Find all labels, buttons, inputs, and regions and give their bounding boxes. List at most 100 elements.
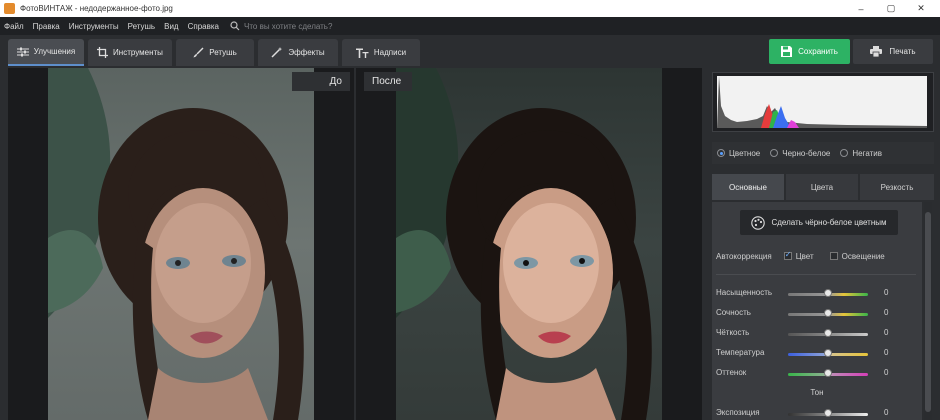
slider-saturation: Насыщенность 0 bbox=[716, 288, 916, 300]
tab-text[interactable]: Надписи bbox=[342, 39, 420, 66]
checkbox-checked-icon bbox=[783, 250, 792, 260]
slider-saturation-knob[interactable] bbox=[824, 289, 832, 297]
print-button-label: Печать bbox=[889, 47, 916, 56]
save-button[interactable]: Сохранить bbox=[769, 39, 850, 64]
slider-temperature-label: Температура bbox=[716, 348, 765, 357]
search-input[interactable] bbox=[243, 21, 394, 31]
window-title: ФотоВИНТАЖ - недодержанное-фото.jpg bbox=[20, 4, 173, 13]
slider-tint-value: 0 bbox=[884, 368, 889, 377]
mode-bw-radio[interactable]: Черно-белое bbox=[770, 149, 830, 158]
slider-temperature-knob[interactable] bbox=[824, 349, 832, 357]
maximize-button[interactable]: ▢ bbox=[876, 0, 906, 17]
slider-exposure-value: 0 bbox=[884, 408, 889, 417]
histogram bbox=[712, 72, 934, 132]
histogram-graph bbox=[717, 76, 927, 128]
mode-color-radio[interactable]: Цветное bbox=[717, 149, 760, 158]
tone-section-title: Тон bbox=[810, 388, 824, 397]
app-window: ФотоВИНТАЖ - недодержанное-фото.jpg – ▢ … bbox=[0, 0, 940, 420]
mode-color-label: Цветное bbox=[729, 148, 761, 158]
divider bbox=[716, 274, 916, 275]
before-preview-pane[interactable]: До bbox=[8, 68, 354, 420]
basic-settings: Сделать чёрно-белое цветным Автокоррекци… bbox=[712, 202, 922, 420]
tab-effects[interactable]: Эффекты bbox=[258, 39, 338, 66]
portrait-image-after bbox=[396, 68, 652, 420]
autocorr-light-label: Освещение bbox=[841, 251, 885, 261]
after-preview-pane[interactable]: После bbox=[356, 68, 702, 420]
mode-negative-radio[interactable]: Негатив bbox=[840, 149, 882, 158]
slider-temperature: Температура 0 bbox=[716, 348, 916, 360]
settings-scrollbar[interactable] bbox=[924, 202, 932, 420]
slider-tint-knob[interactable] bbox=[824, 369, 832, 377]
crop-icon bbox=[97, 47, 109, 58]
radio-dot-icon bbox=[717, 149, 725, 157]
floppy-disk-icon bbox=[781, 46, 793, 57]
menu-file[interactable]: Файл bbox=[4, 22, 24, 31]
slider-vibrance: Сочность 0 bbox=[716, 308, 916, 320]
mode-bw-label: Черно-белое bbox=[782, 148, 831, 158]
slider-vibrance-label: Сочность bbox=[716, 308, 751, 317]
slider-exposure-knob[interactable] bbox=[824, 409, 832, 417]
tab-retouch[interactable]: Ретушь bbox=[176, 39, 254, 66]
subtab-colors[interactable]: Цвета bbox=[786, 174, 858, 200]
checkbox-icon bbox=[829, 252, 838, 260]
sliders-icon bbox=[16, 47, 29, 56]
tab-tools[interactable]: Инструменты bbox=[88, 39, 172, 66]
before-photo bbox=[48, 68, 314, 420]
menu-tools[interactable]: Инструменты bbox=[69, 22, 119, 31]
adjustments-panel: Цветное Черно-белое Негатив Основные Цве… bbox=[706, 68, 940, 420]
app-logo-icon bbox=[4, 3, 15, 14]
tab-retouch-label: Ретушь bbox=[209, 48, 237, 57]
tab-effects-label: Эффекты bbox=[288, 48, 325, 57]
brush-icon bbox=[193, 47, 204, 58]
slider-saturation-label: Насыщенность bbox=[716, 288, 773, 297]
save-button-label: Сохранить bbox=[798, 47, 838, 56]
menu-help[interactable]: Справка bbox=[188, 22, 219, 31]
menu-view[interactable]: Вид bbox=[164, 22, 178, 31]
minimize-button[interactable]: – bbox=[846, 0, 876, 17]
portrait-image-before bbox=[48, 68, 304, 420]
slider-vibrance-value: 0 bbox=[884, 308, 889, 317]
colorize-bw-button[interactable]: Сделать чёрно-белое цветным bbox=[740, 210, 898, 235]
tab-text-label: Надписи bbox=[373, 48, 407, 57]
radio-dot-icon bbox=[770, 149, 779, 157]
printer-icon bbox=[870, 46, 883, 57]
tab-tools-label: Инструменты bbox=[113, 48, 163, 57]
before-label: До bbox=[292, 72, 350, 91]
slider-tint: Оттенок 0 bbox=[716, 368, 916, 380]
after-photo bbox=[396, 68, 662, 420]
text-icon bbox=[355, 48, 369, 58]
magic-wand-icon bbox=[271, 47, 283, 58]
slider-tint-label: Оттенок bbox=[716, 368, 747, 377]
print-button[interactable]: Печать bbox=[853, 39, 933, 64]
slider-clarity: Чёткость 0 bbox=[716, 328, 916, 340]
close-button[interactable]: ✕ bbox=[906, 0, 936, 17]
slider-clarity-knob[interactable] bbox=[824, 329, 832, 337]
colorize-bw-label: Сделать чёрно-белое цветным bbox=[771, 218, 887, 227]
slider-exposure-label: Экспозиция bbox=[716, 408, 760, 417]
autocorr-light-checkbox[interactable]: Освещение bbox=[829, 251, 885, 261]
slider-vibrance-knob[interactable] bbox=[824, 309, 832, 317]
autocorr-color-checkbox[interactable]: Цвет bbox=[783, 250, 814, 261]
title-bar: ФотоВИНТАЖ - недодержанное-фото.jpg – ▢ … bbox=[0, 0, 940, 17]
autocorrection-row: Автокоррекция Цвет Освещение bbox=[716, 250, 916, 262]
radio-dot-icon bbox=[840, 149, 849, 157]
palette-icon bbox=[751, 215, 766, 230]
after-label: После bbox=[364, 72, 412, 91]
slider-exposure: Экспозиция 0 bbox=[716, 408, 916, 420]
main-toolbar: Улучшения Инструменты Ретушь Эффекты Над… bbox=[0, 35, 940, 68]
slider-clarity-label: Чёткость bbox=[716, 328, 750, 337]
mode-negative-label: Негатив bbox=[852, 148, 882, 158]
tab-enhancements[interactable]: Улучшения bbox=[8, 39, 84, 66]
menu-bar: Файл Правка Инструменты Ретушь Вид Справ… bbox=[0, 17, 940, 35]
autocorr-color-label: Цвет bbox=[795, 251, 814, 261]
adjustment-subtabs: Основные Цвета Резкость bbox=[712, 174, 934, 200]
menu-retouch[interactable]: Ретушь bbox=[128, 22, 156, 31]
slider-clarity-value: 0 bbox=[884, 328, 889, 337]
subtab-basic[interactable]: Основные bbox=[712, 174, 784, 200]
color-mode-group: Цветное Черно-белое Негатив bbox=[712, 142, 934, 164]
menu-search bbox=[230, 21, 394, 31]
subtab-sharpness[interactable]: Резкость bbox=[860, 174, 934, 200]
search-icon bbox=[230, 21, 240, 31]
scrollbar-thumb[interactable] bbox=[925, 212, 931, 412]
menu-edit[interactable]: Правка bbox=[33, 22, 60, 31]
